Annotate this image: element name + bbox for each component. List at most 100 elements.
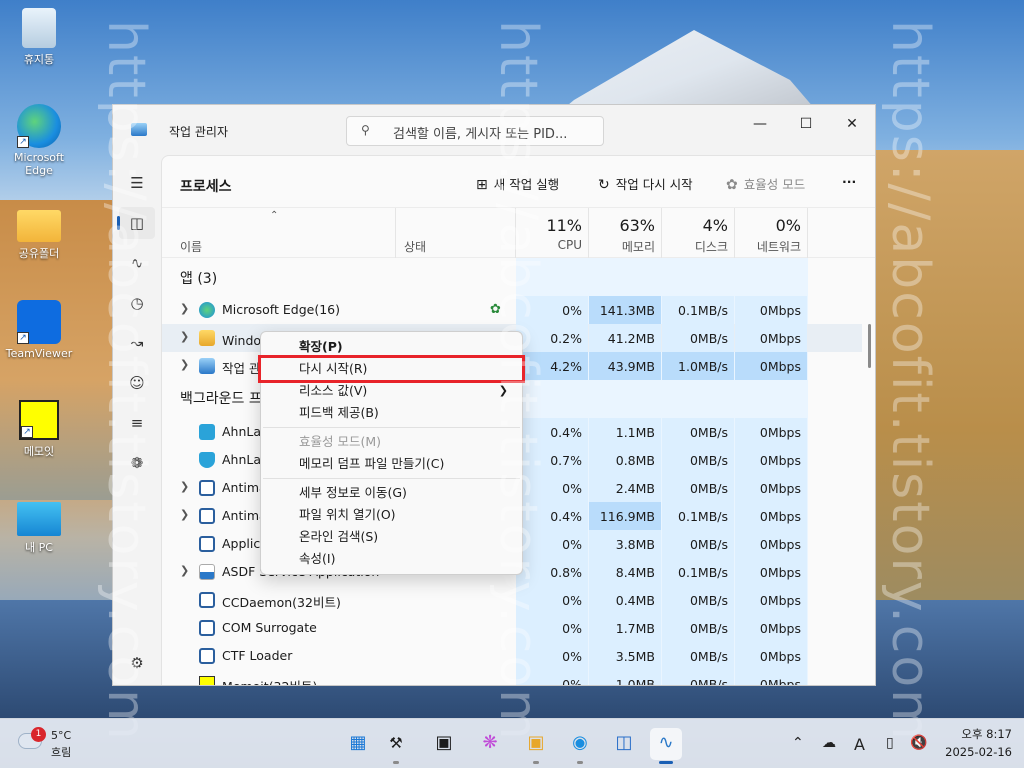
- desktop-icon-teamviewer[interactable]: ↗ TeamViewer: [0, 300, 78, 360]
- copilot-icon: ❋: [482, 732, 498, 753]
- network-value: 0Mbps: [735, 418, 807, 446]
- cpu-value: 0%: [516, 530, 588, 558]
- menu-item-go-to-details[interactable]: 세부 정보로 이동(G): [261, 482, 522, 504]
- disk-value: 0.1MB/s: [662, 558, 734, 586]
- memory-value: 2.4MB: [589, 474, 661, 502]
- memory-value: 1.0MB: [589, 670, 661, 685]
- desktop-icon-memoit[interactable]: ↗ 메모잇: [0, 400, 78, 459]
- menu-item-properties[interactable]: 속성(I): [261, 548, 522, 570]
- taskbar: 1 5°C 흐림 ▦ ⚒ ▣ ❋ ▣ ◉ ◫ ∿ ⌃ ☁ A ▯ 🔇 오후 8:…: [0, 718, 1024, 768]
- column-name[interactable]: ⌃ 이름: [162, 208, 396, 258]
- more-options-button[interactable]: ···: [842, 174, 856, 189]
- column-memory[interactable]: 63% 메모리: [589, 208, 662, 258]
- clock-time: 오후 8:17: [961, 727, 1012, 741]
- tray-onedrive[interactable]: ☁: [822, 735, 836, 751]
- sort-up-icon: ⌃: [270, 210, 279, 221]
- menu-item-efficiency-mode[interactable]: 효율성 모드(M): [261, 431, 522, 453]
- tray-network[interactable]: ▯: [886, 735, 894, 751]
- notification-badge: 1: [31, 727, 46, 742]
- run-new-task-label: 새 작업 실행: [493, 177, 560, 192]
- memoit-icon: ↗: [19, 400, 59, 440]
- task-manager-icon: ∿: [658, 732, 674, 753]
- desktop-icon-edge[interactable]: ↗ Microsoft Edge: [0, 104, 78, 177]
- nav-item-processes[interactable]: ◫: [117, 207, 155, 239]
- network-value: 0Mbps: [735, 558, 807, 586]
- disk-value: 0.1MB/s: [662, 296, 734, 324]
- table-row[interactable]: CTF Loader 0% 3.5MB 0MB/s 0Mbps: [162, 642, 862, 670]
- taskbar-app-tools[interactable]: ⚒: [380, 728, 412, 764]
- nav-item-settings[interactable]: ⚙: [119, 647, 155, 679]
- run-new-task-button[interactable]: ⊞ 새 작업 실행: [476, 174, 559, 193]
- column-status[interactable]: 상태: [396, 208, 516, 258]
- shortcut-arrow-icon: ↗: [17, 136, 29, 148]
- nav-item-performance[interactable]: ∿: [119, 247, 155, 279]
- column-cpu[interactable]: 11% CPU: [516, 208, 589, 258]
- efficiency-mode-button[interactable]: ✿ 효율성 모드: [726, 174, 805, 193]
- start-button[interactable]: ▦: [342, 728, 374, 760]
- chevron-right-icon: ❯: [180, 508, 190, 521]
- desktop-icon-shared-folder[interactable]: 공유폴더: [0, 202, 78, 261]
- page-title: 프로세스: [180, 179, 232, 195]
- running-indicator: [533, 761, 539, 764]
- leaf-icon: ✿: [726, 177, 738, 193]
- hamburger-button[interactable]: ☰: [119, 167, 155, 199]
- nav-item-startup-apps[interactable]: ↝: [119, 327, 155, 359]
- taskbar-app-edge[interactable]: ◉: [564, 728, 596, 764]
- desktop-icon-recycle-bin[interactable]: 휴지통: [0, 8, 78, 67]
- taskbar-app-file-explorer[interactable]: ▣: [520, 728, 552, 764]
- teamviewer-icon: ↗: [17, 300, 61, 344]
- memory-total: 63%: [619, 216, 655, 235]
- network-value: 0Mbps: [735, 296, 807, 324]
- ime-indicator[interactable]: A: [854, 735, 865, 754]
- search-input[interactable]: ⚲ 검색할 이름, 게시자 또는 PID...: [346, 116, 604, 146]
- new-task-icon: ⊞: [476, 177, 488, 193]
- table-row[interactable]: ❯ Microsoft Edge(16) ✿ 0% 141.3MB 0.1MB/…: [162, 296, 862, 324]
- chevron-right-icon: ❯: [180, 480, 190, 493]
- cpu-value: 0.7%: [516, 446, 588, 474]
- shortcut-arrow-icon: ↗: [17, 332, 29, 344]
- group-header-apps[interactable]: 앱 (3): [162, 264, 862, 292]
- desktop-icon-label: Microsoft Edge: [13, 151, 65, 177]
- nav-item-services[interactable]: ❁: [119, 447, 155, 479]
- restart-task-button[interactable]: ↻ 작업 다시 시작: [598, 174, 693, 193]
- nav-item-users[interactable]: ☺: [119, 367, 155, 399]
- system-clock[interactable]: 오후 8:17 2025-02-16: [936, 725, 1012, 761]
- column-network[interactable]: 0% 네트워크: [735, 208, 808, 258]
- taskbar-app-store[interactable]: ◫: [608, 728, 640, 760]
- disk-value: 0MB/s: [662, 614, 734, 642]
- desktop-icon-this-pc[interactable]: 내 PC: [0, 498, 78, 555]
- edge-icon: [199, 302, 215, 318]
- tray-volume[interactable]: 🔇: [910, 735, 927, 751]
- menu-item-search-online[interactable]: 온라인 검색(S): [261, 526, 522, 548]
- taskbar-app-task-manager[interactable]: ∿: [650, 728, 682, 764]
- task-manager-icon: [199, 358, 215, 374]
- folder-icon: [17, 210, 61, 242]
- restart-icon: ↻: [598, 177, 610, 193]
- chevron-right-icon: ❯: [180, 564, 190, 577]
- network-value: 0Mbps: [735, 474, 807, 502]
- column-disk[interactable]: 4% 디스크: [662, 208, 735, 258]
- taskbar-app-copilot[interactable]: ❋: [474, 728, 506, 760]
- menu-item-feedback[interactable]: 피드백 제공(B): [261, 402, 522, 424]
- running-indicator: [659, 761, 673, 764]
- menu-item-open-file-location[interactable]: 파일 위치 열기(O): [261, 504, 522, 526]
- maximize-button[interactable]: ☐: [783, 111, 829, 141]
- close-button[interactable]: ✕: [829, 111, 875, 141]
- table-row[interactable]: COM Surrogate 0% 1.7MB 0MB/s 0Mbps: [162, 614, 862, 642]
- nav-item-app-history[interactable]: ◷: [119, 287, 155, 319]
- process-name: CCDaemon(32비트): [222, 595, 341, 610]
- taskbar-app-terminal[interactable]: ▣: [428, 728, 460, 760]
- minimize-button[interactable]: —: [737, 111, 783, 141]
- disk-value: 0MB/s: [662, 670, 734, 685]
- table-row[interactable]: CCDaemon(32비트) 0% 0.4MB 0MB/s 0Mbps: [162, 586, 862, 614]
- column-name-label: 이름: [180, 240, 203, 254]
- nav-item-details[interactable]: ≡: [119, 407, 155, 439]
- menu-item-create-dump[interactable]: 메모리 덤프 파일 만들기(C): [261, 453, 522, 475]
- vertical-scrollbar[interactable]: [868, 324, 871, 368]
- weather-widget[interactable]: 1 5°C 흐림: [18, 727, 98, 761]
- table-row[interactable]: Memoit(32비트) 0% 1.0MB 0MB/s 0Mbps: [162, 670, 862, 685]
- menu-item-resource-values[interactable]: 리소스 값(V) ❯: [261, 380, 522, 402]
- menu-separator: [263, 427, 520, 428]
- memory-value: 0.4MB: [589, 586, 661, 614]
- tray-overflow-button[interactable]: ⌃: [792, 735, 804, 751]
